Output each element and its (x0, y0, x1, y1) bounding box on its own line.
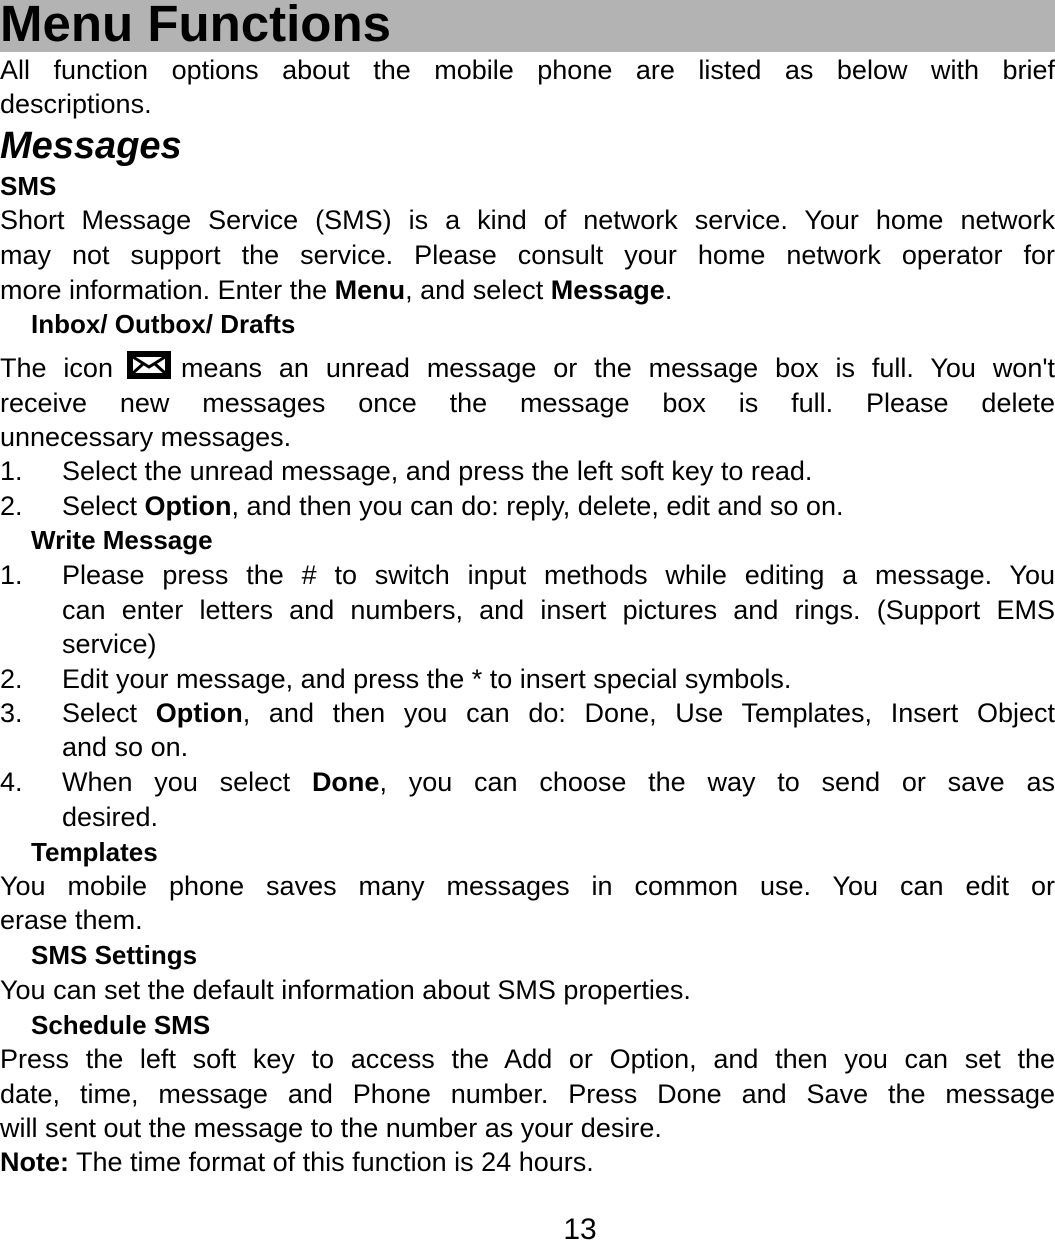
intro-line: descriptions. (0, 89, 152, 119)
text: Select (62, 698, 156, 728)
message-term: Message (550, 275, 665, 305)
settings-paragraph-line: You can set the default information abou… (0, 975, 691, 1005)
subsection-heading-sms: SMS (0, 171, 57, 201)
inbox-paragraph-line: The icon means an unread message or the m… (0, 351, 1055, 385)
done-term: Done (311, 767, 380, 797)
list-text: When you select Done, you can choose the… (62, 765, 1055, 799)
menu-term: Menu (334, 275, 406, 305)
section-heading-messages: Messages (0, 125, 182, 167)
list-number: 3. (0, 698, 23, 728)
note-label: Note: (0, 1147, 69, 1177)
sms-paragraph-line: may not support the service. Please cons… (0, 240, 1055, 270)
list-number: 4. (0, 767, 23, 797)
text: , you can choose the way to send or save… (379, 767, 1055, 797)
list-text: service) (62, 629, 157, 659)
list-number: 1. (0, 560, 23, 590)
page-number: 13 (563, 1213, 597, 1246)
intro-line: All function options about the mobile ph… (0, 55, 1055, 85)
sms-paragraph-line: more information. Enter the Menu, and se… (0, 273, 1055, 307)
text: When you select (62, 767, 312, 797)
title-bar: Menu Functions (0, 0, 1055, 52)
templates-paragraph-line: You mobile phone saves many messages in … (0, 871, 1055, 901)
text: more information. Enter the (0, 275, 335, 305)
list-number: 1. (0, 456, 23, 486)
text: means an unread message or the message b… (180, 353, 1055, 383)
list-number: 2. (0, 664, 23, 694)
schedule-paragraph-line: will sent out the message to the number … (0, 1113, 662, 1143)
text: , and then you can do: Done, Use Templat… (242, 698, 1055, 728)
heading-sms-settings: SMS Settings (31, 940, 198, 970)
envelope-icon (126, 351, 171, 379)
list-text: Please press the # to switch input metho… (62, 560, 1055, 590)
heading-schedule-sms: Schedule SMS (31, 1010, 211, 1040)
text: , and then you can do: reply, delete, ed… (231, 491, 844, 521)
sms-paragraph-line: Short Message Service (SMS) is a kind of… (0, 205, 1055, 235)
page-title: Menu Functions (0, 0, 391, 52)
list-text: can enter letters and numbers, and inser… (62, 595, 1055, 625)
note-text: The time format of this function is 24 h… (69, 1147, 594, 1177)
text: The icon (0, 353, 113, 383)
list-text: Select Option, and then you can do: Done… (62, 696, 1055, 730)
heading-write-message: Write Message (31, 525, 213, 555)
list-number: 2. (0, 491, 23, 521)
text: , and select (405, 275, 551, 305)
list-text: and so on. (62, 732, 189, 762)
option-term: Option (144, 491, 232, 521)
templates-paragraph-line: erase them. (0, 905, 143, 935)
schedule-paragraph-line: date, time, message and Phone number. Pr… (0, 1079, 1055, 1109)
schedule-paragraph-line: Press the left soft key to access the Ad… (0, 1044, 1055, 1074)
list-text: Select the unread message, and press the… (62, 456, 813, 486)
note-line: Note: The time format of this function i… (0, 1145, 1055, 1179)
text: Select (62, 491, 145, 521)
list-text: Edit your message, and press the * to in… (62, 664, 792, 694)
inbox-paragraph-line: receive new messages once the message bo… (0, 388, 1055, 418)
option-term: Option (155, 698, 243, 728)
inbox-paragraph-line: unnecessary messages. (0, 422, 292, 452)
heading-inbox-outbox-drafts: Inbox/ Outbox/ Drafts (31, 309, 296, 339)
heading-templates: Templates (31, 837, 158, 867)
list-text: desired. (62, 802, 159, 832)
text: . (664, 275, 673, 305)
